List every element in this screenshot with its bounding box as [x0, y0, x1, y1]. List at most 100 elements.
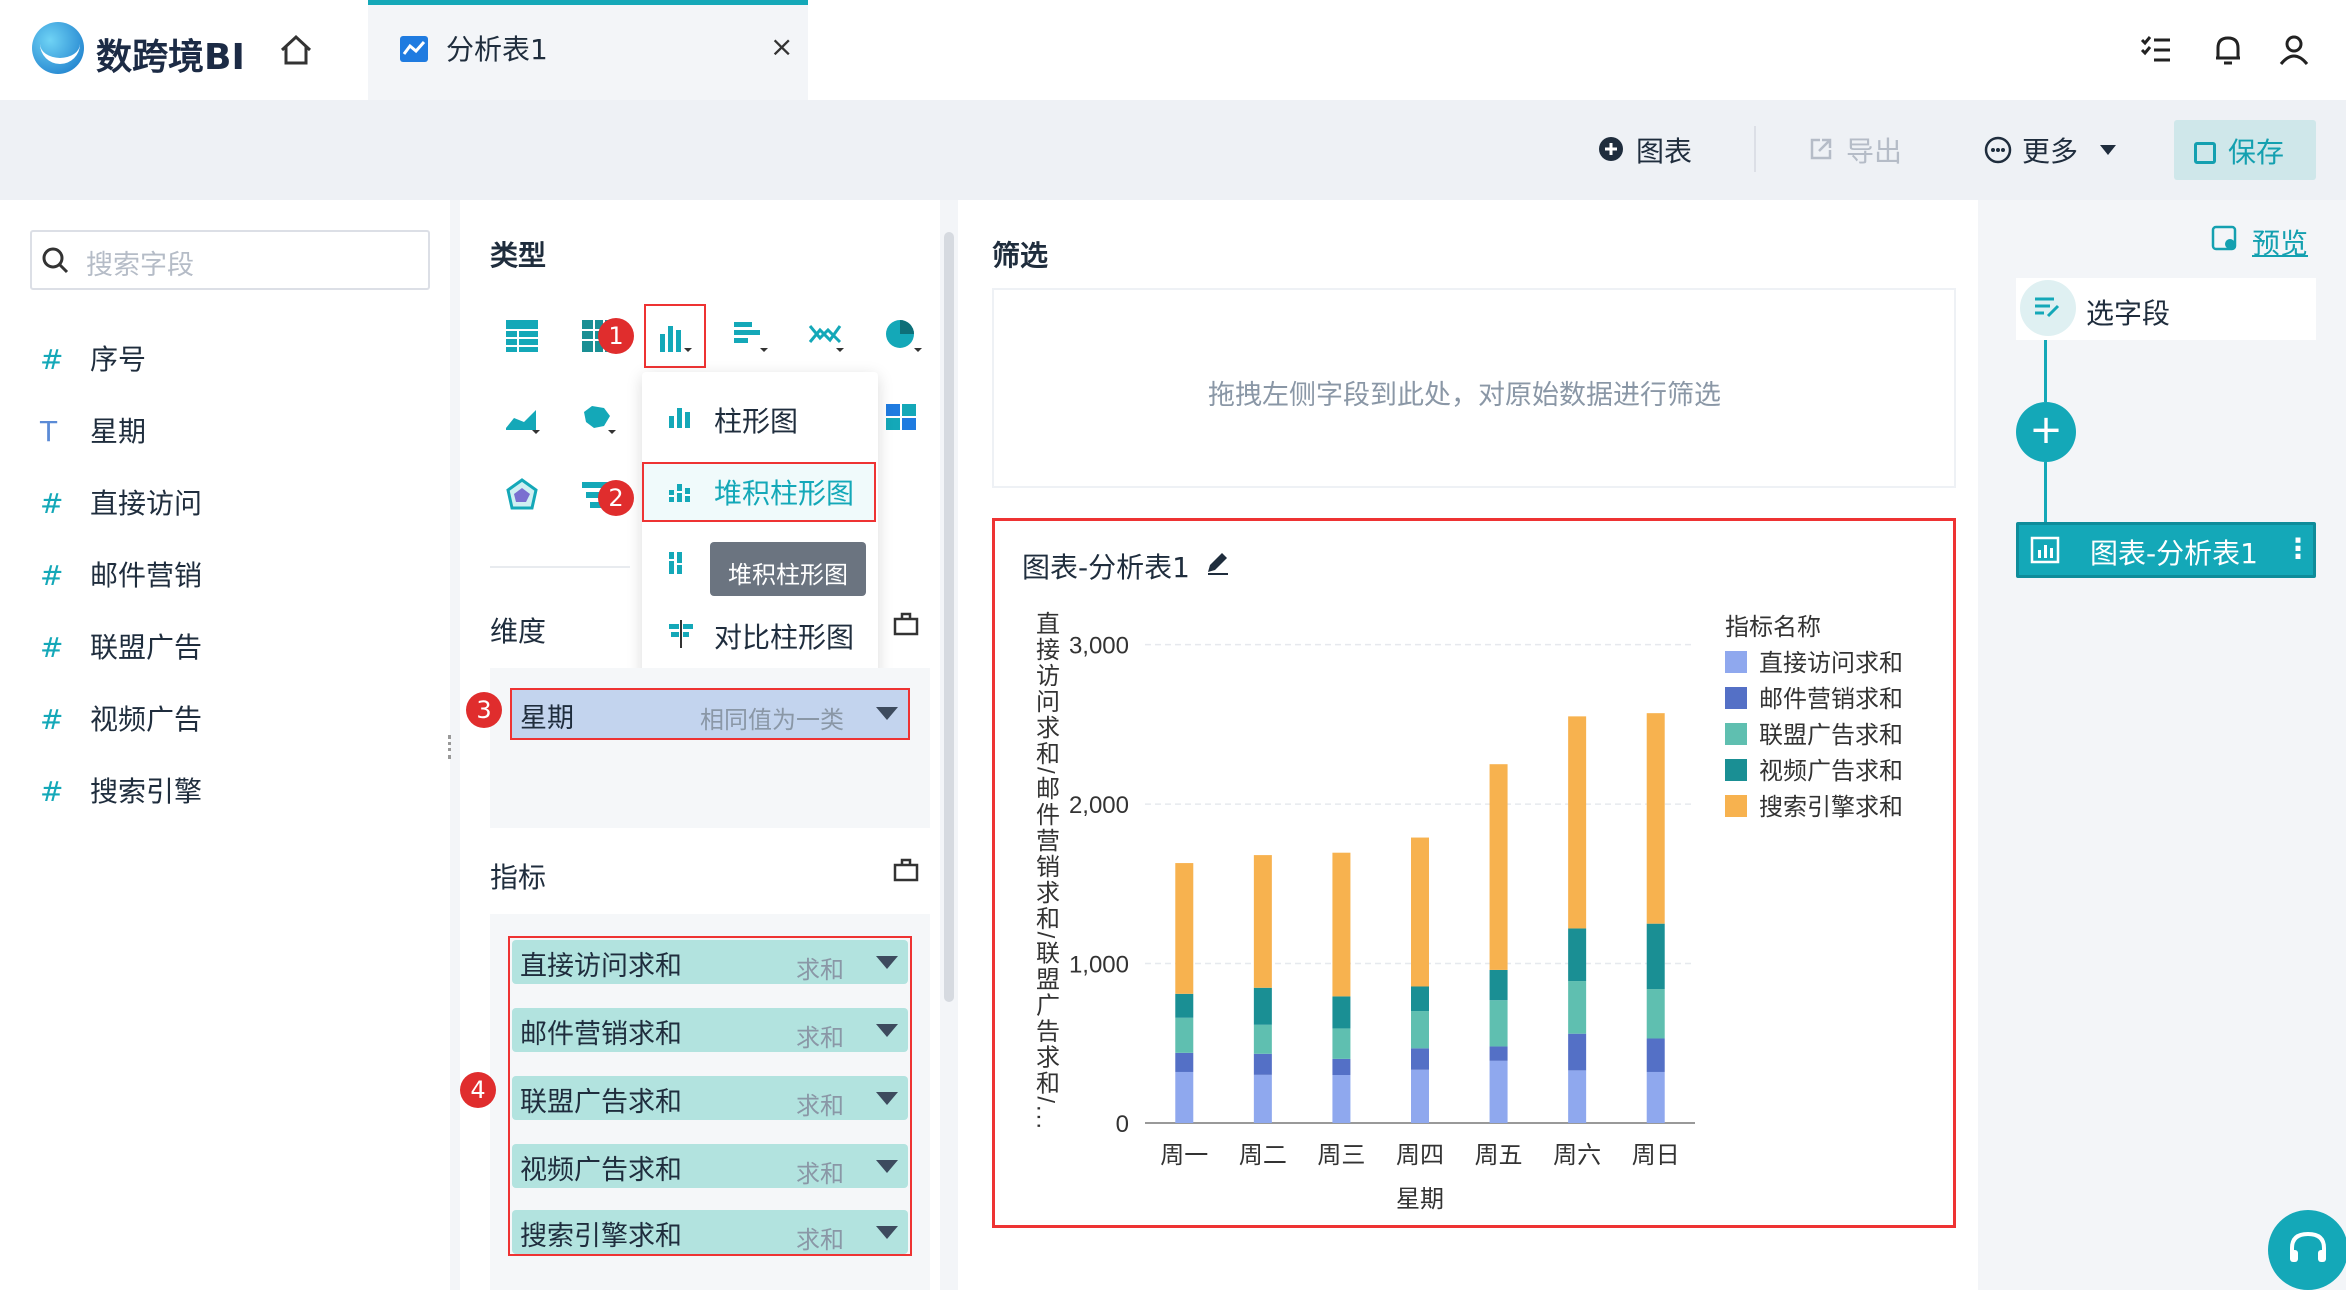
bar-segment	[1568, 1033, 1587, 1071]
bar-segment	[1332, 852, 1351, 997]
metric-agg: 求和	[796, 1092, 844, 1120]
legend-swatch	[1725, 759, 1747, 781]
pie-chart-icon[interactable]	[882, 316, 926, 356]
x-axis-label: 星期	[1396, 1186, 1444, 1213]
field-name: 序号	[90, 343, 147, 376]
divider	[1754, 126, 1756, 172]
brand-name: 数跨境BI	[96, 37, 245, 78]
bar-segment	[1332, 1075, 1351, 1123]
bar-chart-icon[interactable]	[654, 316, 698, 356]
tab-analysis[interactable]	[368, 0, 808, 100]
field-item[interactable]: # 联盟广告	[40, 626, 202, 666]
bar-segment	[1411, 986, 1429, 1012]
save-icon	[2194, 142, 2216, 164]
divider	[490, 566, 630, 568]
step-badge-2: 2	[598, 480, 634, 516]
node-menu-icon[interactable]: ⋮	[2284, 532, 2312, 565]
bar-segment	[1332, 996, 1351, 1029]
bar-segment	[1253, 1024, 1272, 1054]
metric-label: 视频广告求和	[520, 1155, 682, 1186]
field-item[interactable]: # 直接访问	[40, 482, 202, 522]
type-title: 类型	[490, 239, 547, 272]
tab-close-button[interactable]: ×	[770, 30, 793, 63]
field-item[interactable]: # 序号	[40, 338, 146, 378]
x-tick-label: 周二	[1239, 1142, 1287, 1169]
settings-box-icon[interactable]	[892, 856, 920, 884]
legend-label: 邮件营销求和	[1759, 686, 1903, 713]
home-icon[interactable]	[276, 30, 316, 70]
bar-segment	[1411, 1069, 1429, 1123]
add-chart-button[interactable]: 图表	[1636, 130, 1692, 170]
chevron-down-icon[interactable]	[876, 1160, 898, 1173]
field-item[interactable]: # 搜索引擎	[40, 770, 202, 810]
chevron-down-icon[interactable]	[876, 707, 898, 720]
field-type-icon: #	[40, 631, 64, 664]
legend-swatch	[1725, 795, 1747, 817]
preview-link[interactable]: 预览	[2252, 222, 2308, 262]
metric-agg: 求和	[796, 956, 844, 984]
x-tick-label: 周六	[1553, 1142, 1601, 1169]
tab-title: 分析表1	[446, 33, 548, 66]
scrollbar[interactable]	[944, 232, 954, 1002]
bar-segment	[1489, 969, 1508, 1001]
bar-segment	[1253, 1074, 1272, 1123]
field-type-icon: T	[40, 415, 58, 448]
legend-label: 搜索引擎求和	[1759, 794, 1903, 821]
chevron-down-icon[interactable]	[876, 956, 898, 969]
task-list-icon[interactable]	[2136, 30, 2176, 70]
field-item[interactable]: T 星期	[40, 410, 146, 450]
horizontal-bar-icon[interactable]	[730, 316, 774, 356]
metric-label: 邮件营销求和	[520, 1019, 682, 1050]
bar-segment	[1411, 837, 1429, 987]
add-node-button[interactable]: +	[2016, 402, 2076, 462]
bar-segment	[1253, 855, 1272, 988]
chevron-down-icon[interactable]	[876, 1226, 898, 1239]
radar-chart-icon[interactable]	[502, 476, 546, 516]
stacked-bar-icon	[669, 484, 690, 502]
field-name: 直接访问	[90, 487, 203, 520]
bar-segment	[1646, 923, 1665, 990]
field-item[interactable]: # 视频广告	[40, 698, 202, 738]
save-label: 保存	[2228, 136, 2285, 169]
select-field-label: 选字段	[2086, 297, 2171, 330]
field-item[interactable]: # 邮件营销	[40, 554, 202, 594]
export-icon	[1810, 138, 1832, 160]
chevron-down-icon[interactable]	[876, 1092, 898, 1105]
bar-segment	[1332, 1028, 1351, 1059]
search-placeholder: 搜索字段	[86, 250, 194, 281]
field-type-icon: #	[40, 703, 64, 736]
list-edit-icon	[2035, 297, 2060, 318]
bar-segment	[1489, 1060, 1508, 1123]
dropdown-item-stacked[interactable]: 堆积柱形图	[714, 472, 854, 512]
filter-hint: 拖拽左侧字段到此处，对原始数据进行筛选	[1208, 380, 1721, 411]
compare-bar-icon	[669, 620, 693, 648]
export-button[interactable]: 导出	[1846, 130, 1902, 170]
settings-box-icon[interactable]	[892, 610, 920, 638]
filter-title: 筛选	[992, 239, 1049, 272]
field-name: 星期	[90, 415, 147, 448]
user-icon[interactable]	[2274, 30, 2314, 70]
bell-icon[interactable]	[2208, 30, 2248, 70]
y-tick-label: 3,000	[1069, 633, 1129, 660]
line-chart-icon[interactable]	[806, 316, 850, 356]
y-tick-label: 1,000	[1069, 952, 1129, 979]
area-chart-icon[interactable]	[502, 398, 546, 438]
more-button[interactable]: 更多	[2022, 130, 2078, 170]
chart-node-label: 图表-分析表1	[2090, 537, 2258, 570]
resize-handle[interactable]	[448, 735, 452, 759]
bar-segment	[1175, 1017, 1194, 1053]
bar-segment	[1568, 716, 1587, 929]
bar-segment	[1175, 1052, 1194, 1072]
save-button[interactable]: 保存	[2174, 120, 2316, 180]
map-chart-icon[interactable]	[578, 398, 622, 438]
dashboard-card-icon[interactable]	[882, 398, 926, 438]
table-chart-icon[interactable]	[502, 316, 546, 356]
legend-label: 视频广告求和	[1759, 758, 1903, 785]
bar-segment	[1175, 993, 1194, 1018]
chevron-down-icon[interactable]	[876, 1024, 898, 1037]
dropdown-item-compare[interactable]: 对比柱形图	[714, 616, 854, 656]
bar-segment	[1568, 928, 1587, 982]
dropdown-item-bar[interactable]: 柱形图	[714, 400, 798, 440]
x-tick-label: 周三	[1317, 1142, 1365, 1169]
field-type-icon: #	[40, 343, 64, 376]
